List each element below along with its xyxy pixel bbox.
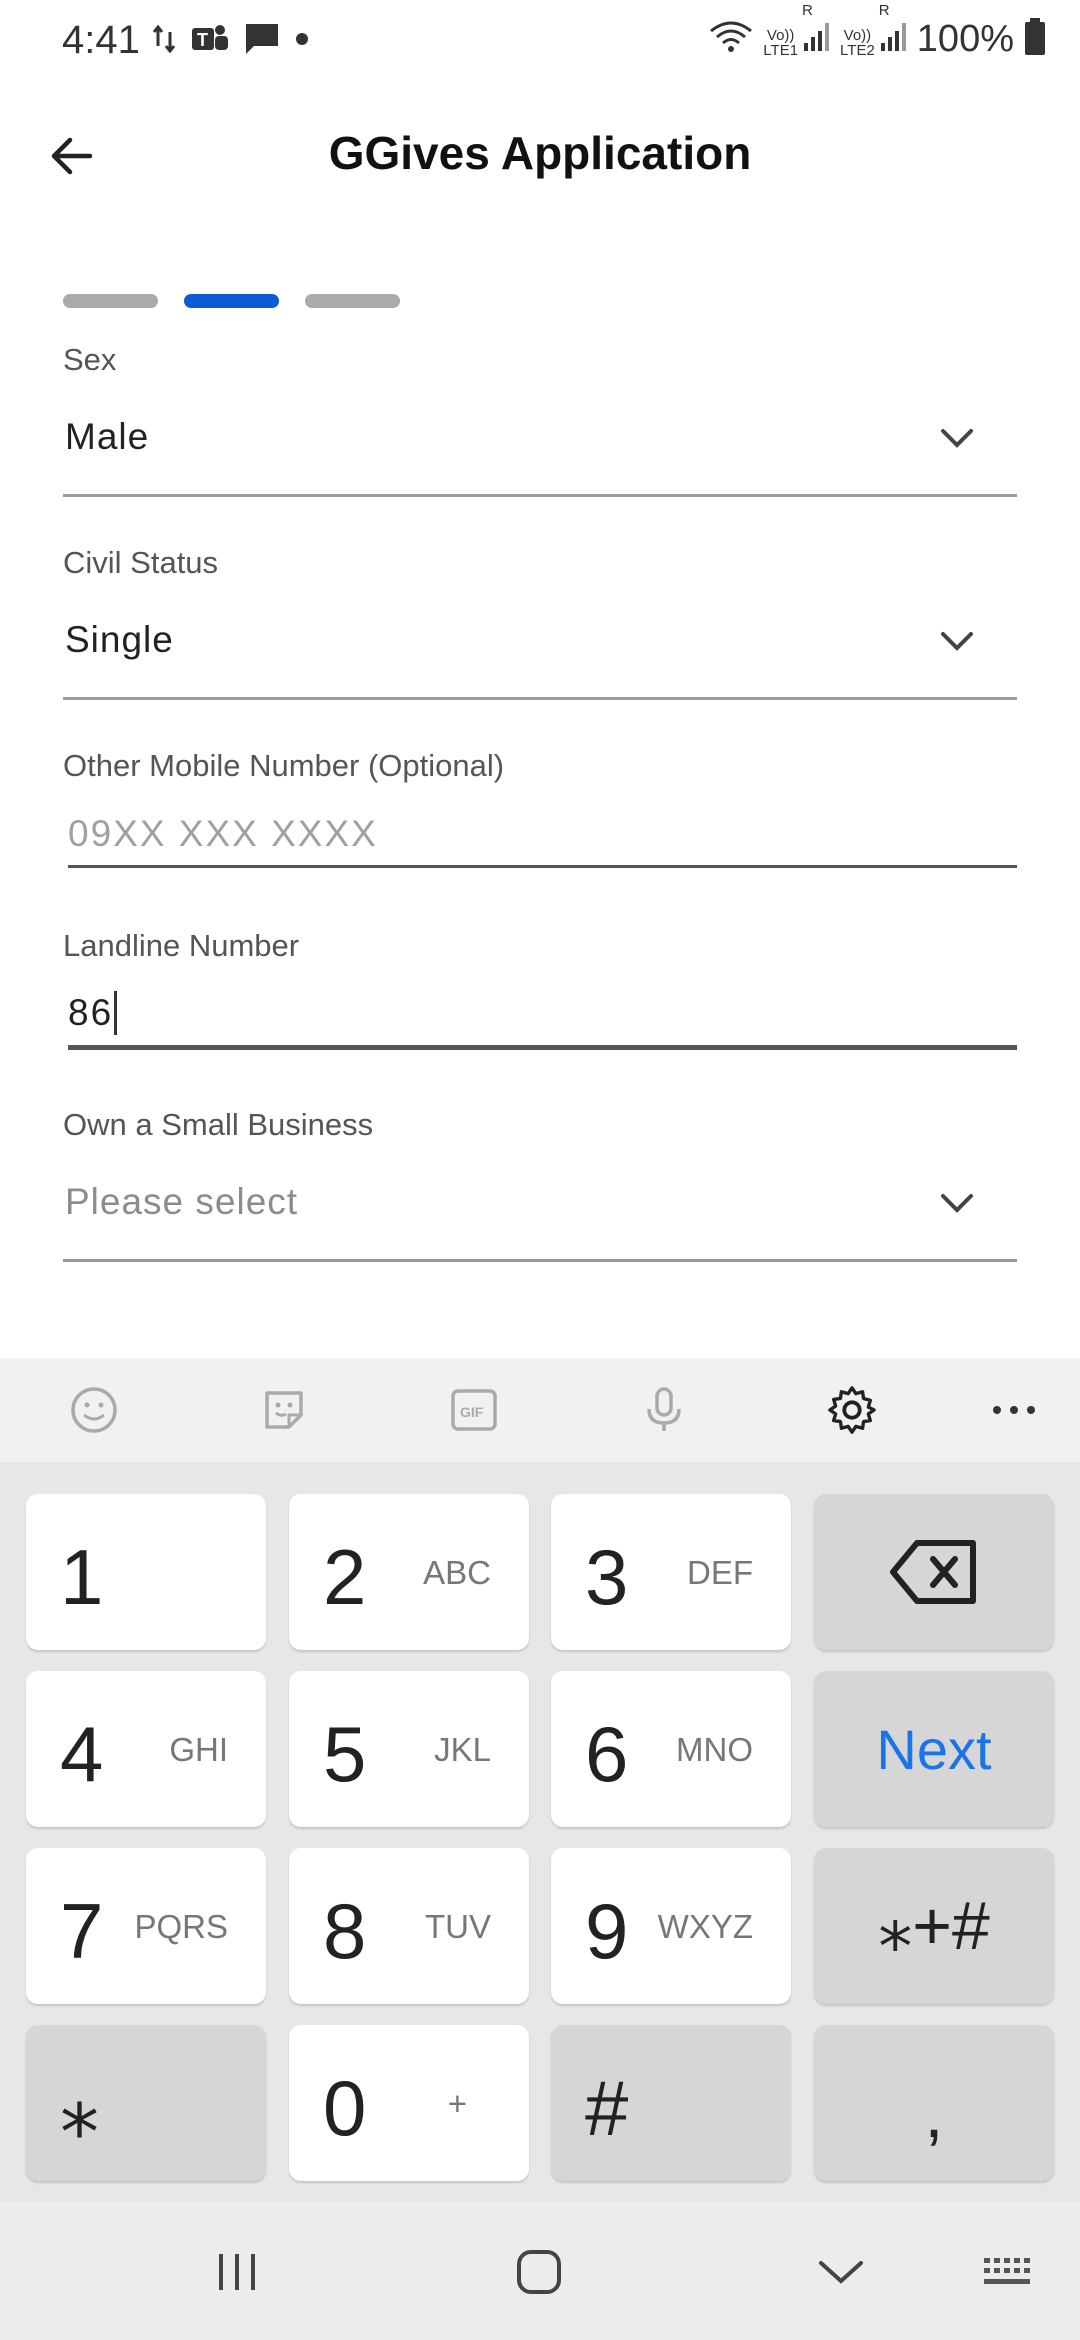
sex-label: Sex	[63, 342, 117, 377]
small-business-field: Own a Small Business Please select	[63, 1107, 1017, 1277]
other-mobile-field: Other Mobile Number (Optional)	[63, 748, 1017, 878]
page-title: GGives Application	[328, 127, 752, 179]
svg-text:T: T	[197, 30, 208, 50]
civil-status-value: Single	[65, 619, 174, 660]
step-progress-indicator	[63, 294, 400, 308]
data-transfer-icon	[152, 24, 176, 59]
key-7[interactable]: 7 PQRS	[26, 1848, 266, 2004]
battery-icon	[1024, 18, 1046, 61]
settings-icon[interactable]	[826, 1384, 878, 1436]
other-mobile-input[interactable]	[68, 804, 1012, 864]
status-notification-icons: T	[152, 22, 310, 61]
signal-icon	[880, 23, 906, 51]
teams-icon: T	[190, 22, 230, 61]
chevron-down-icon	[941, 429, 973, 448]
text-cursor	[114, 991, 118, 1035]
keyboard-toolbar: GIF	[0, 1358, 1080, 1462]
status-system-icons: Vo)) LTE1 R Vo)) LTE2 R 100%	[709, 3, 1046, 61]
sim2-signal: Vo)) LTE2 R	[840, 3, 907, 58]
sex-value: Male	[65, 416, 150, 457]
landline-value: 86	[68, 992, 114, 1033]
key-2[interactable]: 2 ABC	[289, 1494, 529, 1650]
status-time: 4:41	[62, 18, 140, 62]
key-8[interactable]: 8 TUV	[289, 1848, 529, 2004]
chevron-down-icon	[819, 2261, 863, 2284]
key-4[interactable]: 4 GHI	[26, 1671, 266, 1827]
next-key[interactable]: Next	[814, 1671, 1054, 1827]
keyboard-icon	[984, 2258, 1030, 2284]
emoji-icon[interactable]	[68, 1384, 120, 1436]
app-bar: GGives Application	[0, 100, 1080, 215]
chevron-down-icon	[941, 1194, 973, 1213]
key-1[interactable]: 1	[26, 1494, 266, 1650]
landline-label: Landline Number	[63, 928, 300, 963]
key-9[interactable]: 9 WXYZ	[551, 1848, 791, 2004]
step-1-indicator	[63, 294, 158, 308]
landline-field: Landline Number 86	[63, 928, 1017, 1058]
signal-icon	[804, 23, 830, 51]
backspace-icon	[890, 1540, 976, 1604]
other-mobile-underline	[68, 865, 1017, 868]
key-0[interactable]: 0 +	[289, 2025, 529, 2181]
civil-status-select[interactable]: Single	[63, 597, 1017, 700]
recent-apps-icon	[219, 2254, 255, 2290]
system-navigation-bar	[0, 2202, 1080, 2340]
civil-status-label: Civil Status	[63, 545, 219, 580]
sticker-icon[interactable]	[258, 1384, 310, 1436]
sim1-signal: Vo)) LTE1 R	[763, 3, 830, 58]
key-6[interactable]: 6 MNO	[551, 1671, 791, 1827]
landline-input[interactable]: 86	[68, 983, 118, 1043]
svg-text:GIF: GIF	[460, 1404, 484, 1420]
battery-percent: 100%	[916, 18, 1014, 60]
keypad: 1 2 ABC 3 DEF 4 GHI 5 JKL 6 MNO Next 7 P…	[0, 1462, 1080, 2202]
small-business-select[interactable]: Please select	[63, 1159, 1017, 1262]
home-button[interactable]	[504, 2242, 574, 2302]
gif-icon[interactable]: GIF	[448, 1384, 500, 1436]
more-notifications-dot-icon	[294, 31, 310, 52]
chevron-down-icon	[941, 632, 973, 651]
more-icon[interactable]	[988, 1384, 1040, 1436]
star-key[interactable]: ⁎	[26, 2025, 266, 2181]
home-icon	[517, 2250, 561, 2294]
step-3-indicator	[305, 294, 400, 308]
key-3[interactable]: 3 DEF	[551, 1494, 791, 1650]
status-bar: 4:41 T Vo)) LTE1 R Vo)) LTE2 R 100%	[0, 0, 1080, 86]
recent-apps-button[interactable]	[202, 2242, 272, 2302]
message-icon	[244, 22, 280, 61]
keyboard-switch-button[interactable]	[974, 2242, 1044, 2302]
hash-key[interactable]: #	[551, 2025, 791, 2181]
key-5[interactable]: 5 JKL	[289, 1671, 529, 1827]
sex-select[interactable]: Male	[63, 394, 1017, 497]
step-2-indicator-active	[184, 294, 279, 308]
civil-status-field: Civil Status Single	[63, 545, 1017, 715]
sex-field: Sex Male	[63, 342, 1017, 512]
symbols-key[interactable]: ⁎+#	[814, 1848, 1054, 2004]
small-business-placeholder: Please select	[65, 1181, 299, 1222]
mic-icon[interactable]	[638, 1384, 690, 1436]
landline-underline-focused	[68, 1045, 1017, 1050]
backspace-key[interactable]	[814, 1494, 1054, 1650]
other-mobile-label: Other Mobile Number (Optional)	[63, 748, 505, 783]
wifi-icon	[709, 19, 753, 60]
small-business-label: Own a Small Business	[63, 1107, 374, 1142]
hide-keyboard-button[interactable]	[806, 2242, 876, 2302]
comma-key[interactable]: ,	[814, 2025, 1054, 2181]
numeric-keyboard: GIF 1 2 ABC 3 DEF 4 GHI 5 JKL 6 MNO Next…	[0, 1358, 1080, 2340]
